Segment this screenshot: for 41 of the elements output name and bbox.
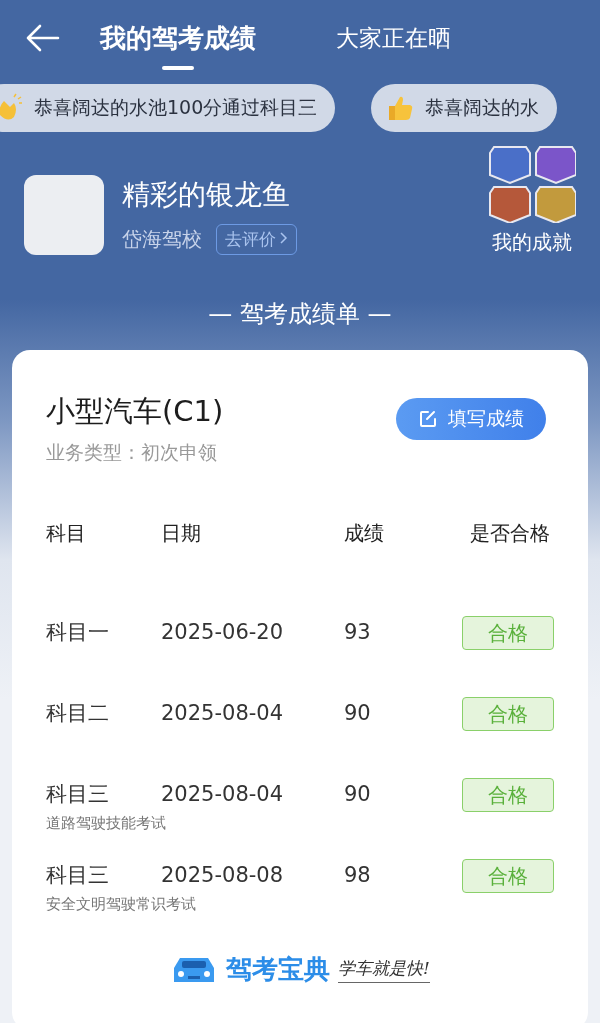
subject-name: 科目三 [46, 781, 110, 809]
business-type: 业务类型：初次申领 [46, 440, 218, 465]
tab[interactable]: 我的驾考成绩 [100, 18, 256, 58]
achievements-label[interactable]: 我的成就 [492, 228, 572, 256]
school-name: 岱海驾校 [122, 225, 202, 253]
license-type: 小型汽车(C1) [46, 393, 224, 430]
achievement-badges-icon[interactable] [488, 144, 576, 223]
chevron-icon [279, 230, 288, 245]
subject-note: 安全文明驾驶常识考试 [46, 895, 196, 915]
fill-score-button[interactable]: 填写成绩 [396, 398, 546, 440]
column-header: 科目 [46, 520, 87, 546]
brand-name: 驾考宝典 [226, 953, 331, 986]
exam-date: 2025-08-04 [161, 700, 285, 728]
result-tag: 合格 [462, 697, 554, 731]
exam-date: 2025-08-08 [161, 862, 285, 890]
back-button[interactable] [24, 23, 60, 53]
subject-name: 科目二 [46, 700, 110, 728]
subject-name: 科目一 [46, 619, 110, 647]
exam-score: 90 [344, 781, 372, 809]
ticker-text: 恭喜阔达的水池100分通过科目三 [34, 95, 318, 120]
exam-date: 2025-06-20 [161, 619, 285, 647]
exam-date: 2025-08-04 [161, 781, 285, 809]
clapping-hands-icon [0, 93, 24, 123]
edit-icon [418, 409, 438, 429]
review-button[interactable]: 去评价 [216, 223, 297, 255]
exam-score: 98 [344, 862, 372, 890]
result-tag: 合格 [462, 859, 554, 893]
tab[interactable]: 大家正在晒 [336, 18, 451, 58]
ticker-text: 恭喜阔达的水 [425, 95, 540, 120]
result-tag: 合格 [462, 616, 554, 650]
exam-score: 93 [344, 619, 372, 647]
subject-note: 道路驾驶技能考试 [46, 814, 166, 834]
column-header: 是否合格 [469, 520, 551, 546]
user-name: 精彩的银龙鱼 [122, 176, 291, 213]
section-title: — 驾考成绩单 — [207, 299, 393, 330]
column-header: 成绩 [344, 520, 385, 546]
column-header: 日期 [161, 520, 202, 546]
result-tag: 合格 [462, 778, 554, 812]
brand-slogan: 学车就是快! [338, 956, 430, 983]
subject-name: 科目三 [46, 862, 110, 890]
exam-score: 90 [344, 700, 372, 728]
